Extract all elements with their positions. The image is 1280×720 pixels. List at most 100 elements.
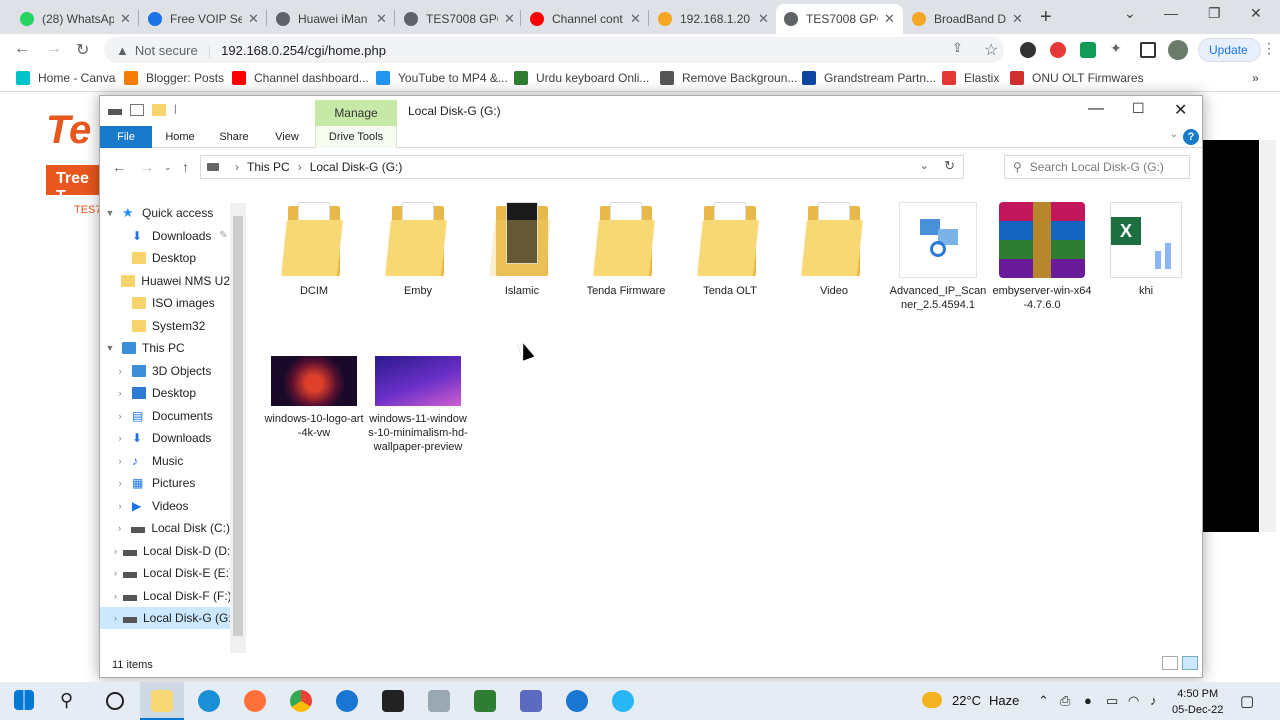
- collapsed-chevron-icon[interactable]: ›: [114, 568, 117, 578]
- close-button[interactable]: ✕: [1174, 100, 1187, 120]
- clock[interactable]: 4:50 PM 05-Dec-22: [1172, 686, 1223, 718]
- bookmark-item[interactable]: Elastix: [942, 71, 999, 85]
- side-panel-icon[interactable]: [1140, 42, 1156, 58]
- show-hidden-icons-icon[interactable]: ⌃: [1038, 693, 1049, 709]
- file-explorer-taskbar-icon[interactable]: [151, 690, 173, 712]
- bookmark-item[interactable]: Home - Canva: [16, 71, 115, 85]
- firefox-icon[interactable]: [244, 690, 266, 712]
- nav-item[interactable]: › 3D Objects: [100, 360, 230, 382]
- file-item[interactable]: Tenda Firmware: [576, 202, 676, 298]
- expanded-chevron-icon[interactable]: ▼: [104, 343, 116, 353]
- browser-tab[interactable]: BroadBand D ✕: [904, 4, 1031, 34]
- terminal-icon[interactable]: [382, 690, 404, 712]
- nav-item[interactable]: ISO images: [100, 292, 230, 314]
- qat-dropdown-icon[interactable]: |: [174, 104, 182, 116]
- collapsed-chevron-icon[interactable]: ›: [114, 478, 126, 488]
- collapsed-chevron-icon[interactable]: ›: [114, 501, 126, 511]
- back-arrow-icon[interactable]: ←: [112, 159, 126, 175]
- nav-item[interactable]: ▼ This PC: [100, 337, 230, 359]
- nav-item[interactable]: Huawei NMS U2: [100, 270, 230, 292]
- notepad-green-icon[interactable]: [474, 690, 496, 712]
- collapsed-chevron-icon[interactable]: ›: [114, 388, 126, 398]
- weather-widget[interactable]: 22°C Haze: [922, 692, 1019, 708]
- tab-home[interactable]: Home: [158, 126, 202, 148]
- nav-item[interactable]: › ▶ Videos: [100, 495, 230, 517]
- nav-item[interactable]: › Local Disk-D (D:): [100, 540, 234, 562]
- maximize-button[interactable]: ☐: [1132, 100, 1145, 117]
- properties-icon[interactable]: [130, 104, 144, 116]
- tab-close-icon[interactable]: ✕: [504, 11, 515, 27]
- tab-close-icon[interactable]: ✕: [248, 11, 259, 27]
- collapsed-chevron-icon[interactable]: ›: [114, 366, 126, 376]
- nav-item[interactable]: › Local Disk-G (G:): [100, 607, 236, 629]
- breadcrumb-this-pc[interactable]: This PC: [247, 160, 290, 174]
- bg-scrollbar[interactable]: [1260, 140, 1276, 532]
- forward-icon[interactable]: →: [46, 40, 62, 58]
- file-item[interactable]: DCIM: [264, 202, 364, 298]
- nav-item[interactable]: › ▦ Pictures: [100, 472, 230, 494]
- breadcrumb-current[interactable]: Local Disk-G (G:): [310, 160, 403, 174]
- profile-avatar[interactable]: [1168, 40, 1188, 60]
- nav-item[interactable]: ⬇ Downloads ✎: [100, 225, 230, 247]
- browser-tab[interactable]: TES7008 GPC ✕: [396, 4, 523, 34]
- refresh-icon[interactable]: ↻: [944, 158, 955, 174]
- softphone-icon[interactable]: [336, 690, 358, 712]
- notifications-icon[interactable]: ▢: [1240, 692, 1254, 710]
- browser-tab[interactable]: 192.168.1.20 ✕: [650, 4, 777, 34]
- help-icon[interactable]: ?: [1183, 129, 1199, 145]
- tab-drive-tools[interactable]: Drive Tools: [315, 126, 397, 148]
- edge-icon[interactable]: [198, 690, 220, 712]
- chevron-right-icon[interactable]: ›: [235, 160, 239, 174]
- start-icon[interactable]: [14, 690, 34, 710]
- more-bookmarks-icon[interactable]: »: [1252, 71, 1259, 85]
- bookmark-item[interactable]: Blogger: Posts: [124, 71, 224, 85]
- minimize-browser-button[interactable]: —: [1164, 5, 1178, 21]
- nav-item[interactable]: › ⬇ Downloads: [100, 427, 230, 449]
- new-tab-button[interactable]: +: [1040, 6, 1052, 29]
- collapsed-chevron-icon[interactable]: ›: [114, 411, 126, 421]
- update-button[interactable]: Update: [1198, 38, 1261, 62]
- network-app-icon[interactable]: [428, 690, 450, 712]
- tab-close-icon[interactable]: ✕: [884, 11, 895, 27]
- tab-search-icon[interactable]: ⌄: [1124, 5, 1136, 22]
- restore-browser-button[interactable]: ❐: [1208, 5, 1221, 22]
- close-browser-button[interactable]: ✕: [1250, 5, 1262, 22]
- chrome-icon[interactable]: [290, 690, 312, 712]
- bg-tree-item[interactable]: TES7: [74, 204, 102, 216]
- file-item[interactable]: windows-10-logo-art-4k-vw: [264, 356, 364, 440]
- extension-opera-icon[interactable]: [1050, 42, 1066, 58]
- nav-item[interactable]: › Local Disk-E (E:): [100, 562, 233, 584]
- collapsed-chevron-icon[interactable]: ›: [114, 613, 117, 623]
- expanded-chevron-icon[interactable]: ▼: [104, 208, 116, 218]
- file-item[interactable]: Advanced_IP_Scanner_2.5.4594.1: [888, 202, 988, 312]
- bookmark-item[interactable]: Channel dashboard...: [232, 71, 369, 85]
- file-item[interactable]: Video: [784, 202, 884, 298]
- extensions-puzzle-icon[interactable]: ✦: [1110, 40, 1122, 57]
- bookmark-item[interactable]: ONU OLT Firmwares: [1010, 71, 1144, 85]
- collapsed-chevron-icon[interactable]: ›: [114, 456, 126, 466]
- tab-close-icon[interactable]: ✕: [1012, 11, 1023, 27]
- browser-tab[interactable]: Free VOIP Se ✕: [140, 4, 267, 34]
- details-view-icon[interactable]: [1162, 656, 1178, 670]
- collapsed-chevron-icon[interactable]: ›: [114, 546, 117, 556]
- nav-item[interactable]: ▼ ★ Quick access: [100, 202, 230, 224]
- nav-item[interactable]: › Local Disk (C:): [100, 517, 230, 539]
- tab-share[interactable]: Share: [212, 126, 256, 148]
- explorer-address-bar[interactable]: › This PC › Local Disk-G (G:) ⌄ ↻: [200, 155, 964, 179]
- up-arrow-icon[interactable]: ↑: [182, 159, 189, 175]
- share-icon[interactable]: ⇪: [952, 40, 963, 56]
- browser-tab[interactable]: TES7008 GPC ✕: [776, 4, 903, 34]
- manage-context-tab[interactable]: Manage: [315, 100, 397, 126]
- address-bar[interactable]: ▲ Not secure | 192.168.0.254/cgi/home.ph…: [104, 37, 1004, 63]
- chat-app-icon[interactable]: [612, 690, 634, 712]
- tab-close-icon[interactable]: ✕: [630, 11, 641, 27]
- file-item[interactable]: Emby: [368, 202, 468, 298]
- extension-record-icon[interactable]: [1020, 42, 1036, 58]
- address-dropdown-icon[interactable]: ⌄: [920, 159, 929, 172]
- large-icons-view-icon[interactable]: [1182, 656, 1198, 670]
- microphone-icon[interactable]: ●: [1084, 693, 1092, 708]
- bookmark-item[interactable]: YouTube to MP4 &...: [376, 71, 508, 85]
- cortana-icon[interactable]: [106, 692, 124, 710]
- tab-close-icon[interactable]: ✕: [120, 11, 131, 27]
- file-item[interactable]: Islamic: [472, 202, 572, 298]
